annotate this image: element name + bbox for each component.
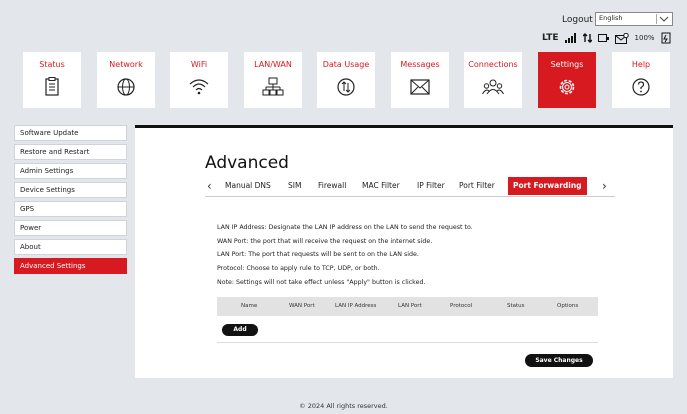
language-select[interactable]: English <box>595 12 673 26</box>
nav-wifi[interactable]: WiFi <box>170 52 228 108</box>
chevron-down-icon <box>656 14 670 24</box>
device-icon <box>597 33 609 43</box>
column-header-lan-ip: LAN IP Address <box>335 303 377 309</box>
footer: © 2024 All rights reserved. <box>299 402 388 410</box>
page-title: Advanced <box>205 153 289 173</box>
divider <box>217 342 598 343</box>
info-text: LAN IP Address: Designate the LAN IP add… <box>217 221 473 290</box>
nav-label: Data Usage <box>322 60 370 69</box>
nav-lan-wan[interactable]: LAN/WAN <box>244 52 302 108</box>
chevron-right-icon[interactable]: › <box>602 179 607 193</box>
tab-ip-filter[interactable]: IP Filter <box>417 181 445 190</box>
globe-icon <box>117 78 135 96</box>
column-header-name: Name <box>241 303 258 309</box>
battery-level: 100% <box>634 34 655 42</box>
sidebar-item-advanced-settings[interactable]: Advanced Settings <box>14 258 127 274</box>
sidebar-item-admin-settings[interactable]: Admin Settings <box>14 163 127 179</box>
tab-sim[interactable]: SIM <box>288 181 301 190</box>
main-panel: Advanced ‹ Manual DNS SIM Firewall MAC F… <box>135 125 673 378</box>
nav-label: Connections <box>468 60 518 69</box>
nav-label: Help <box>631 60 651 69</box>
chevron-left-icon[interactable]: ‹ <box>207 179 212 193</box>
column-header-wan-port: WAN Port <box>289 303 315 309</box>
tab-manual-dns[interactable]: Manual DNS <box>225 181 271 190</box>
help-icon <box>632 78 650 96</box>
column-header-status: Status <box>507 303 525 309</box>
nav-label: WiFi <box>190 60 208 69</box>
nav-label: Settings <box>550 60 584 69</box>
tab-mac-filter[interactable]: MAC Filter <box>362 181 400 190</box>
sidebar-item-power[interactable]: Power <box>14 220 127 236</box>
nav-connections[interactable]: Connections <box>464 52 522 108</box>
nav-settings[interactable]: Settings <box>538 52 596 108</box>
nav-messages[interactable]: Messages <box>391 52 449 108</box>
nav-label: Messages <box>400 60 440 69</box>
info-line: LAN IP Address: Designate the LAN IP add… <box>217 224 473 231</box>
sidebar-item-device-settings[interactable]: Device Settings <box>14 182 127 198</box>
language-value: English <box>599 14 623 22</box>
nav-data-usage[interactable]: Data Usage <box>317 52 375 108</box>
lan-icon <box>262 77 284 96</box>
nav-network[interactable]: Network <box>97 52 155 108</box>
sidebar-item-gps[interactable]: GPS <box>14 201 127 217</box>
nav-label: Status <box>39 60 65 69</box>
sidebar: Software Update Restore and Restart Admi… <box>14 125 127 277</box>
nav-help[interactable]: Help <box>612 52 670 108</box>
tab-bar: ‹ Manual DNS SIM Firewall MAC Filter IP … <box>205 177 615 197</box>
tab-port-forwarding[interactable]: Port Forwarding <box>508 177 587 195</box>
signal-icon <box>564 33 577 43</box>
message-icon <box>614 32 629 44</box>
envelope-icon <box>410 79 430 95</box>
logout-link[interactable]: Logout <box>562 15 593 25</box>
battery-icon <box>661 32 671 44</box>
sidebar-item-software-update[interactable]: Software Update <box>14 125 127 141</box>
data-transfer-icon <box>582 33 592 43</box>
info-line: Note: Settings will not take effect unle… <box>217 278 426 286</box>
info-line: WAN Port: the port that will receive the… <box>217 237 433 245</box>
clipboard-icon <box>45 77 59 96</box>
column-header-protocol: Protocol <box>450 303 473 309</box>
nav-label: Network <box>109 60 143 69</box>
users-icon <box>482 79 504 95</box>
info-line: LAN Port: The port that requests will be… <box>217 251 419 259</box>
sidebar-item-restore-restart[interactable]: Restore and Restart <box>14 144 127 160</box>
data-usage-icon <box>337 78 355 96</box>
nav-status[interactable]: Status <box>23 52 81 108</box>
gear-icon <box>559 79 575 95</box>
column-header-options: Options <box>557 303 579 309</box>
save-changes-button[interactable]: Save Changes <box>525 354 593 367</box>
tab-firewall[interactable]: Firewall <box>318 181 346 190</box>
add-button[interactable]: Add <box>222 324 258 336</box>
status-bar: LTE 100% <box>542 32 671 44</box>
network-type: LTE <box>542 33 559 43</box>
tab-port-filter[interactable]: Port Filter <box>459 181 495 190</box>
column-header-lan-port: LAN Port <box>398 303 422 309</box>
info-line: Protocol: Choose to apply rule to TCP, U… <box>217 265 380 273</box>
wifi-icon <box>189 79 209 95</box>
table-header: Name WAN Port LAN IP Address LAN Port Pr… <box>217 297 598 316</box>
sidebar-item-about[interactable]: About <box>14 239 127 255</box>
nav-label: LAN/WAN <box>254 60 292 69</box>
